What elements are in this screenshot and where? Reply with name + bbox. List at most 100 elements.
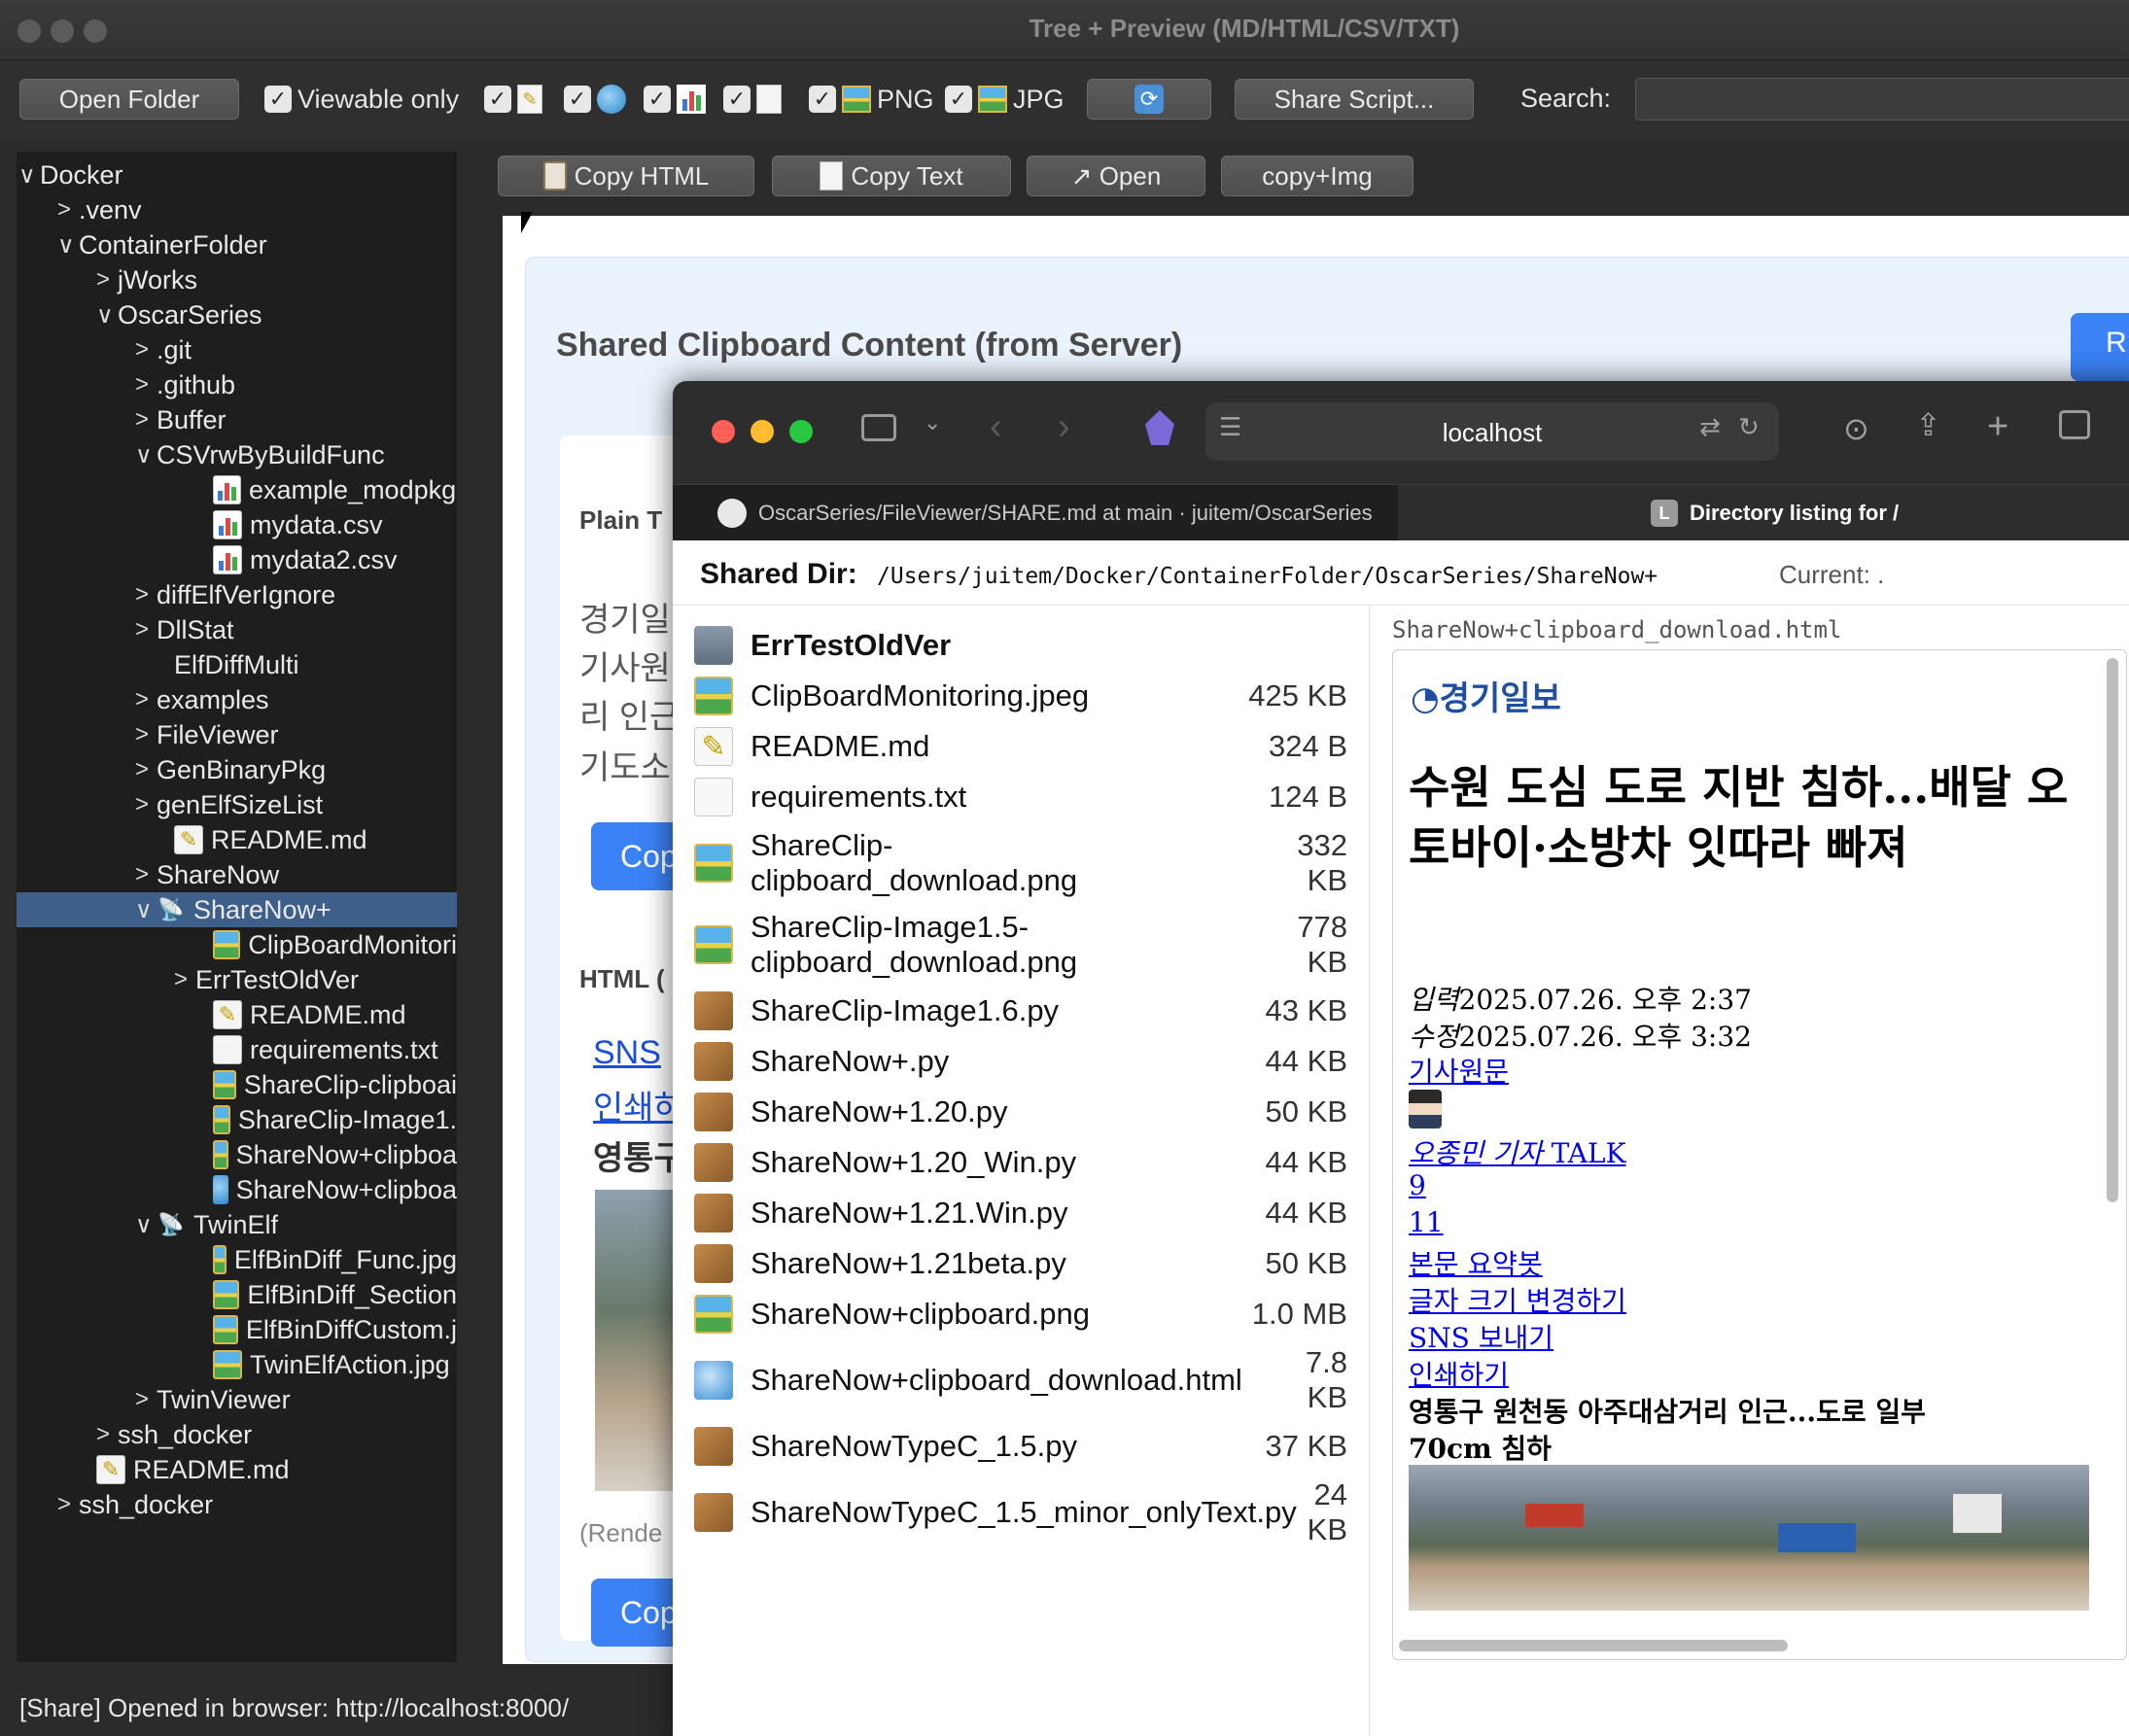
count-link[interactable]: 9 — [1409, 1169, 1426, 1201]
count-link[interactable]: 11 — [1409, 1206, 1444, 1238]
translate-icon[interactable]: ⇄ — [1699, 412, 1721, 442]
share-script-button[interactable]: Share Script... — [1235, 79, 1474, 120]
filter-md-checkbox[interactable]: ✓ ✎ — [484, 79, 542, 120]
preview-sns-link[interactable]: SNS — [593, 1034, 661, 1072]
refresh-button[interactable]: ⟳ — [1087, 79, 1211, 120]
forward-icon[interactable]: › — [1058, 406, 1070, 448]
tree-item[interactable]: ✎ README.md — [17, 1452, 457, 1487]
chevron-right-icon[interactable]: > — [135, 336, 157, 364]
chevron-right-icon[interactable]: > — [57, 1491, 79, 1518]
file-list-item[interactable]: ShareClip-Image1.6.py 43 KB — [694, 986, 1365, 1036]
filter-png-checkbox[interactable]: ✓ PNG — [809, 79, 934, 120]
tree-item[interactable]: ✎ README.md — [17, 997, 457, 1032]
chevron-down-icon[interactable]: ∨ — [96, 301, 118, 330]
tree-item[interactable]: ShareNow+clipboa — [17, 1137, 457, 1172]
filter-csv-checkbox[interactable]: ✓ — [644, 79, 706, 120]
tree-item[interactable]: > ssh_docker — [17, 1417, 457, 1452]
tree-item[interactable]: ∨ ContainerFolder — [17, 227, 457, 262]
chevron-right-icon[interactable]: > — [96, 1421, 118, 1448]
sns-link[interactable]: SNS 보내기 — [1409, 1317, 1553, 1356]
tree-item[interactable]: ✎ README.md — [17, 822, 457, 857]
summary-link[interactable]: 본문 요약봇 — [1409, 1243, 1543, 1282]
extension-icon[interactable] — [1145, 410, 1174, 445]
tree-item[interactable]: ∨ CSVrwByBuildFunc — [17, 437, 457, 472]
chevron-right-icon[interactable]: > — [135, 756, 157, 783]
print-link[interactable]: 인쇄하기 — [1409, 1354, 1509, 1393]
chevron-down-icon[interactable]: ⌄ — [924, 410, 941, 435]
close-window-button[interactable] — [712, 420, 735, 443]
tree-item[interactable]: > TwinViewer — [17, 1382, 457, 1417]
chevron-down-icon[interactable]: ∨ — [135, 441, 157, 469]
file-list-item[interactable]: ShareClip- clipboard_download.png 332 KB — [694, 822, 1365, 904]
chevron-right-icon[interactable]: > — [174, 966, 195, 993]
chevron-right-icon[interactable]: > — [135, 686, 157, 713]
tree-item[interactable]: > GenBinaryPkg — [17, 752, 457, 787]
download-icon[interactable]: ⊙ — [1843, 410, 1869, 447]
tree-item[interactable]: ∨ Docker — [17, 157, 457, 192]
file-list-item[interactable]: ClipBoardMonitoring.jpeg 425 KB — [694, 671, 1365, 721]
zoom-window-button[interactable] — [789, 420, 813, 443]
chevron-right-icon[interactable]: > — [57, 196, 79, 224]
tree-item[interactable]: > jWorks — [17, 262, 457, 297]
address-bar[interactable]: ☰ localhost ⇄ ↻ — [1205, 402, 1779, 461]
file-list-item[interactable]: requirements.txt 124 B — [694, 772, 1365, 822]
tree-item[interactable]: > DllStat — [17, 612, 457, 647]
open-folder-button[interactable]: Open Folder — [19, 79, 239, 120]
tree-item[interactable]: example_modpkg. — [17, 472, 457, 507]
chevron-down-icon[interactable]: ∨ — [135, 896, 157, 924]
search-input[interactable] — [1635, 78, 2129, 121]
chevron-right-icon[interactable]: > — [135, 406, 157, 434]
file-list-item[interactable]: ShareNow+1.21.Win.py 44 KB — [694, 1188, 1365, 1238]
chevron-right-icon[interactable]: > — [135, 861, 157, 888]
tree-item[interactable]: > .venv — [17, 192, 457, 227]
new-tab-icon[interactable]: + — [1987, 406, 2008, 448]
tree-item[interactable]: ∨ OscarSeries — [17, 297, 457, 332]
file-list-item[interactable]: ShareNow+1.21beta.py 50 KB — [694, 1238, 1365, 1289]
file-list-item[interactable]: ShareNowTypeC_1.5.py 37 KB — [694, 1421, 1365, 1472]
preview-r-button[interactable]: R — [2071, 313, 2129, 381]
file-list-item[interactable]: ShareNow+1.20_Win.py 44 KB — [694, 1137, 1365, 1188]
tree-item[interactable]: ∨ 📡 TwinElf — [17, 1207, 457, 1242]
vertical-scrollbar[interactable] — [2107, 658, 2118, 1202]
tree-item[interactable]: > ErrTestOldVer — [17, 962, 457, 997]
reporter-link[interactable]: 오종민 기자 TALK — [1409, 1132, 1625, 1171]
chevron-down-icon[interactable]: ∨ — [135, 1211, 157, 1239]
tree-item[interactable]: > .git — [17, 332, 457, 367]
chevron-down-icon[interactable]: ∨ — [18, 161, 40, 190]
tree-item[interactable]: ElfDiffMulti — [17, 647, 457, 682]
file-list-item[interactable]: ShareNow+.py 44 KB — [694, 1036, 1365, 1087]
file-list-item[interactable]: ShareClip-Image1.5- clipboard_download.p… — [694, 904, 1365, 986]
tree-item[interactable]: > ShareNow — [17, 857, 457, 892]
reload-icon[interactable]: ↻ — [1738, 412, 1760, 442]
tree-item[interactable]: ShareClip-clipboai — [17, 1067, 457, 1102]
chevron-right-icon[interactable]: > — [135, 371, 157, 399]
copy-img-button[interactable]: copy+Img — [1221, 156, 1414, 196]
tree-item[interactable]: > genElfSizeList — [17, 787, 457, 822]
tree-item[interactable]: ElfBinDiffCustom.j — [17, 1312, 457, 1347]
file-list-item[interactable]: ShareNow+clipboard_download.html 7.8 KB — [694, 1339, 1365, 1421]
file-list-item[interactable]: ShareNowTypeC_1.5_minor_onlyText.py 24 KB — [694, 1472, 1365, 1553]
tree-item[interactable]: > diffElfVerIgnore — [17, 577, 457, 612]
tree-item[interactable]: > .github — [17, 367, 457, 402]
chevron-right-icon[interactable]: > — [135, 581, 157, 608]
font-size-link[interactable]: 글자 크기 변경하기 — [1409, 1280, 1626, 1319]
tab-directory-listing[interactable]: L Directory listing for / — [1398, 485, 2129, 541]
preview-print-link[interactable]: 인쇄하 — [593, 1081, 684, 1128]
tree-item[interactable]: mydata.csv — [17, 507, 457, 542]
viewable-only-checkbox[interactable]: ✓ Viewable only — [264, 79, 459, 120]
tree-item[interactable]: ShareNow+clipboa — [17, 1172, 457, 1207]
article-source-link[interactable]: 기사원문 — [1409, 1051, 1509, 1090]
sidebar-icon[interactable] — [861, 414, 896, 441]
copy-html-button[interactable]: Copy HTML — [498, 156, 754, 196]
chevron-right-icon[interactable]: > — [135, 721, 157, 748]
back-icon[interactable]: ‹ — [990, 406, 1002, 448]
file-list-item[interactable]: ErrTestOldVer — [694, 620, 1365, 671]
tree-item[interactable]: > examples — [17, 682, 457, 717]
tree-item[interactable]: mydata2.csv — [17, 542, 457, 577]
file-list-item[interactable]: ShareNow+1.20.py 50 KB — [694, 1087, 1365, 1137]
tree-item[interactable]: > ssh_docker — [17, 1487, 457, 1522]
tree-item[interactable]: ElfBinDiff_Func.jpg — [17, 1242, 457, 1277]
tree-item[interactable]: ElfBinDiff_Section — [17, 1277, 457, 1312]
tree-item[interactable]: TwinElfAction.jpg — [17, 1347, 457, 1382]
filter-txt-checkbox[interactable]: ✓ — [723, 79, 782, 120]
